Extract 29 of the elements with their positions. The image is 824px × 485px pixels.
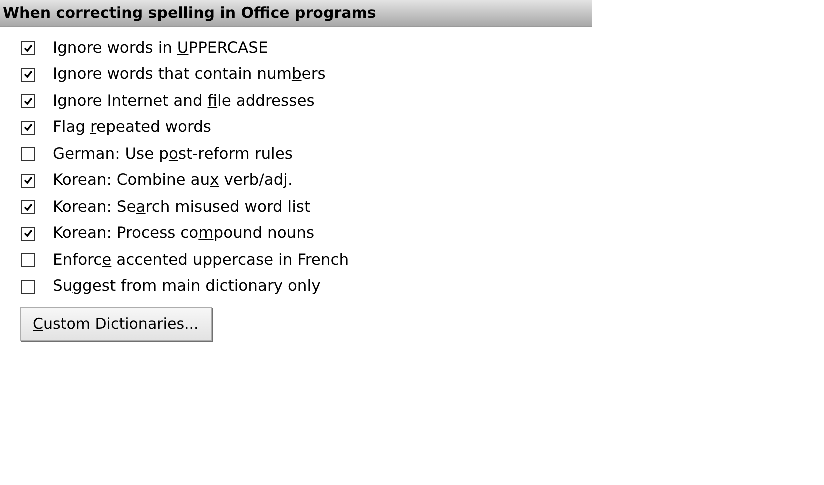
option-checkbox[interactable]: German: Use post-reform rules [21, 144, 293, 164]
option-checkbox[interactable]: Ignore Internet and file addresses [21, 91, 315, 112]
checkmark-icon [24, 70, 32, 80]
option-checkbox[interactable]: Suggest from main dictionary only [21, 276, 321, 297]
checkmark-icon [24, 229, 32, 238]
checkmark-icon [24, 44, 32, 53]
option-checkbox[interactable]: Ignore words in UPPERCASE [21, 38, 268, 58]
checkbox[interactable] [21, 253, 35, 268]
option-checkbox[interactable]: Ignore words that contain numbers [21, 64, 326, 85]
checkbox[interactable] [21, 94, 35, 108]
custom-dictionaries-button[interactable]: Custom Dictionaries... [20, 307, 212, 341]
option-checkbox[interactable]: Korean: Process compound nouns [21, 224, 315, 244]
checkbox[interactable] [21, 147, 35, 162]
checkbox[interactable] [21, 41, 35, 56]
option-checkbox[interactable]: Enforce accented uppercase in French [21, 250, 350, 270]
option-checkbox[interactable]: Korean: Combine aux verb/adj. [21, 170, 293, 191]
checkbox[interactable] [21, 280, 35, 294]
section-header: When correcting spelling in Office programs [0, 0, 592, 27]
checkbox[interactable] [21, 226, 35, 241]
checkmark-icon [24, 123, 32, 132]
checkbox[interactable] [21, 68, 35, 82]
checkmark-icon [24, 176, 32, 186]
checkmark-icon [24, 202, 32, 212]
checkbox[interactable] [21, 200, 35, 214]
option-checkbox[interactable]: Korean: Search misused word list [21, 197, 311, 218]
checkbox[interactable] [21, 120, 35, 135]
checkmark-icon [24, 96, 32, 106]
checkbox[interactable] [21, 174, 35, 188]
option-checkbox[interactable]: Flag repeated words [21, 118, 212, 138]
